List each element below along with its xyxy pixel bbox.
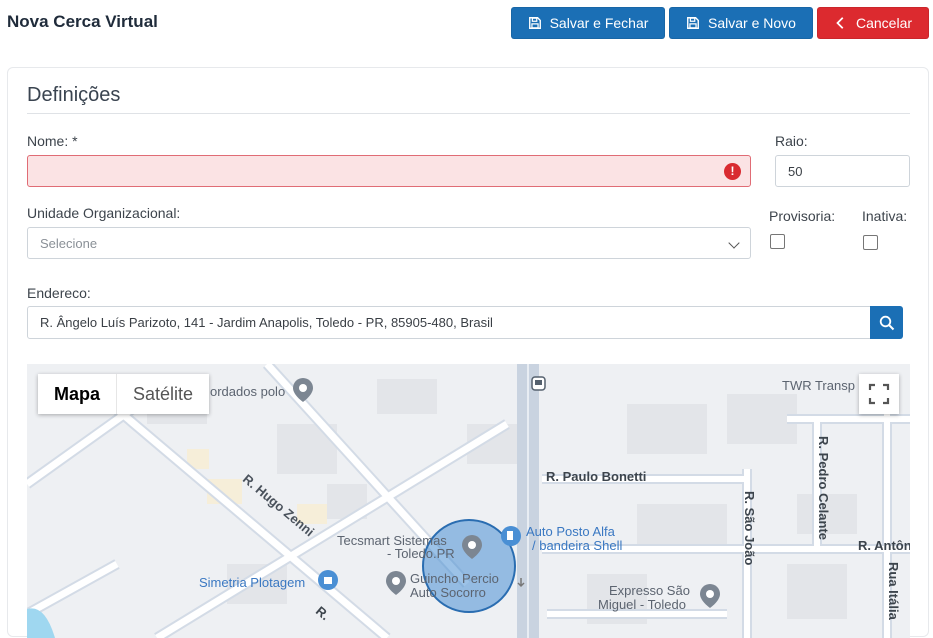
save-and-close-button[interactable]: Salvar e Fechar xyxy=(511,7,665,39)
inativa-checkbox[interactable] xyxy=(863,235,878,250)
error-icon: ! xyxy=(724,163,741,180)
map-label-expresso-2: Miguel - Toledo xyxy=(598,597,686,612)
save-icon xyxy=(687,17,699,29)
map-label-simetria: Simetria Plotagem xyxy=(199,575,306,590)
cancel-button[interactable]: Cancelar xyxy=(817,7,929,39)
save-icon xyxy=(528,17,541,29)
raio-label: Raio: xyxy=(775,133,808,149)
map-label-posto-2: / bandeira Shell xyxy=(532,538,623,553)
save-and-new-button[interactable]: Salvar e Novo xyxy=(669,7,813,39)
map-label-antonio: R. Antôn xyxy=(858,538,910,553)
top-bar: Nova Cerca Virtual Salvar e Fechar Salva… xyxy=(0,0,933,46)
inativa-label: Inativa: xyxy=(862,208,908,224)
fullscreen-button[interactable] xyxy=(859,374,899,414)
map-label-rua-italia: Rua Itália xyxy=(886,562,901,620)
search-button[interactable] xyxy=(870,306,903,339)
unit-select[interactable]: Selecione xyxy=(27,227,751,259)
map-label-guincho-2: Auto Socorro xyxy=(410,585,486,600)
name-label: Nome: * xyxy=(27,133,78,149)
map-label-bordados: ordados polo xyxy=(210,384,286,399)
save-and-new-label: Salvar e Novo xyxy=(708,15,796,31)
definitions-card: Definições Nome: * ! Raio: 50 Unidade Or… xyxy=(7,67,929,638)
fullscreen-icon xyxy=(868,383,890,405)
name-input[interactable]: ! xyxy=(27,155,751,187)
map-type-satellite-button[interactable]: Satélite xyxy=(116,374,209,414)
map-label-expresso: Expresso São xyxy=(609,583,690,598)
endereco-value: R. Ângelo Luís Parizoto, 141 - Jardim An… xyxy=(40,315,493,330)
section-title: Definições xyxy=(27,84,121,106)
map-label-twr: TWR Transp xyxy=(782,378,855,393)
endereco-input[interactable]: R. Ângelo Luís Parizoto, 141 - Jardim An… xyxy=(27,306,871,339)
map-type-map-button[interactable]: Mapa xyxy=(38,374,116,414)
endereco-label: Endereco: xyxy=(27,285,91,301)
unit-label: Unidade Organizacional: xyxy=(27,205,181,221)
map-label-tecsmart-2: - Toledo.PR xyxy=(387,546,455,561)
map-label-paulo: R. Paulo Bonetti xyxy=(546,469,647,484)
raio-value: 50 xyxy=(788,163,803,179)
raio-input[interactable]: 50 xyxy=(775,155,910,187)
map-label-guincho: Guincho Percio xyxy=(410,571,499,586)
map-label-pedro: R. Pedro Celante xyxy=(816,436,831,541)
save-and-close-label: Salvar e Fechar xyxy=(549,15,649,31)
map-label-saojoao: R. São João xyxy=(742,491,757,566)
chevron-down-icon xyxy=(728,237,740,249)
chevron-left-icon xyxy=(836,17,844,29)
cancel-label: Cancelar xyxy=(855,15,913,31)
map-label-posto: Auto Posto Alfa xyxy=(526,524,615,539)
provisoria-checkbox[interactable] xyxy=(770,234,785,249)
map-type-control: Mapa Satélite xyxy=(38,374,210,414)
section-divider xyxy=(27,113,910,114)
search-icon xyxy=(879,315,894,330)
provisoria-label: Provisoria: xyxy=(769,208,836,224)
page-title: Nova Cerca Virtual xyxy=(7,12,158,31)
map[interactable]: Mapa Satélite ordados polo TWR Transp R.… xyxy=(27,364,910,638)
unit-placeholder: Selecione xyxy=(40,235,98,251)
